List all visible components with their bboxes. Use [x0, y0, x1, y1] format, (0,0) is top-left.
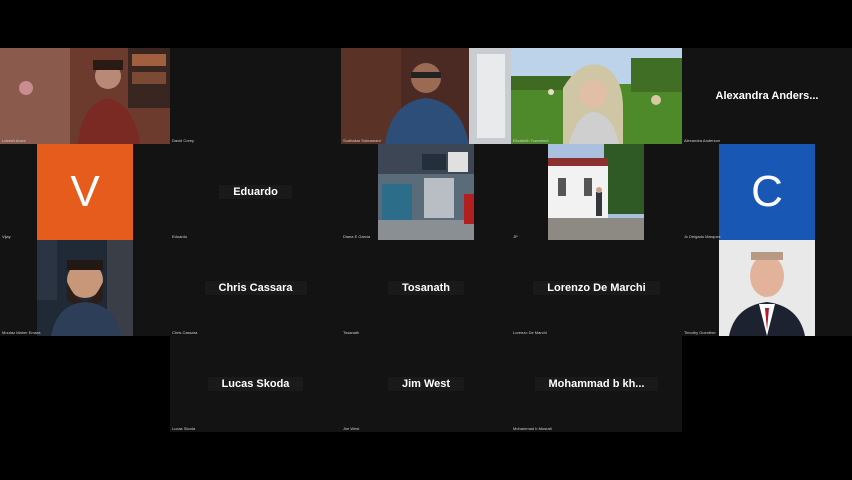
participant-name: Moutaz Maher Emara	[2, 330, 41, 335]
avatar: C	[719, 144, 815, 240]
participant-name: Lokesh Arora	[2, 138, 26, 143]
participant-name: David Corey	[172, 138, 195, 143]
participant-tile-diana[interactable]: Diana E Garcia	[341, 144, 511, 240]
participant-tile-alexandra[interactable]: Alexandra Anders... Alexandra Anderson	[682, 48, 852, 144]
participant-tile-timothy[interactable]: Timothy Guenther	[682, 240, 852, 336]
avatar-letter: C	[751, 167, 783, 216]
participant-tile-jim[interactable]: Jim West Jim West	[341, 336, 511, 432]
participant-tile-eduardo[interactable]: Eduardo Eduardo	[170, 144, 341, 240]
participant-tile-lokesh[interactable]: Lokesh Arora	[0, 48, 170, 144]
participant-name: Elizabeth Townsend	[513, 138, 549, 143]
participant-display-name: Lorenzo De Marchi	[511, 281, 682, 295]
participant-display-name: Mohammad b kh...	[511, 377, 682, 391]
video-feed	[378, 144, 474, 240]
participant-name: Timothy Guenther	[684, 330, 716, 335]
avatar: V	[37, 144, 133, 240]
participant-tile-chris[interactable]: Chris Cassara Chris Cassara	[170, 240, 341, 336]
participant-display-name: Tosanath	[341, 281, 511, 295]
participant-tile-moutaz[interactable]: Moutaz Maher Emara	[0, 240, 170, 336]
participant-name: Jim West	[343, 426, 360, 431]
participant-tile-sudhakar[interactable]: Sudhakar Subramani	[341, 48, 511, 144]
participant-name: JP	[513, 234, 518, 239]
participant-display-name: Lucas Skoda	[170, 377, 341, 391]
participant-name: Tosanath	[343, 330, 360, 335]
participant-name: Alexandra Anderson	[684, 138, 721, 143]
avatar-letter: V	[70, 167, 100, 216]
participant-name: Lorenzo De Marchi	[513, 330, 547, 335]
participant-tile-mohammad[interactable]: Mohammad b kh... Mohammad b Mosrati	[511, 336, 682, 432]
participant-tile-david[interactable]: David Corey	[170, 48, 341, 144]
participant-display-name: Jim West	[341, 377, 511, 391]
participant-tile-lucas[interactable]: Lucas Skoda Lucas Skoda	[170, 336, 341, 432]
participant-display-name: Chris Cassara	[170, 281, 341, 295]
participant-tile-delgado[interactable]: C Jc Delgado Marquez	[682, 144, 852, 240]
participant-tile-tosanath[interactable]: Tosanath Tosanath	[341, 240, 511, 336]
participant-name: Jc Delgado Marquez	[684, 234, 721, 239]
participant-name: Mohammad b Mosrati	[513, 426, 552, 431]
video-feed	[511, 48, 682, 144]
video-feed	[719, 240, 815, 336]
participant-name: Sudhakar Subramani	[343, 138, 381, 143]
participant-name: Eduardo	[172, 234, 188, 239]
participant-tile-jp[interactable]: JP	[511, 144, 682, 240]
video-feed	[0, 48, 170, 144]
video-feed	[548, 144, 644, 240]
participant-display-name: Alexandra Anders...	[715, 90, 819, 102]
participant-name: Diana E Garcia	[343, 234, 371, 239]
participant-tile-elizabeth[interactable]: Elizabeth Townsend	[511, 48, 682, 144]
video-feed	[37, 240, 133, 336]
participant-name: Lucas Skoda	[172, 426, 196, 431]
participant-name: Chris Cassara	[172, 330, 198, 335]
participant-tile-vijay[interactable]: V Vijay	[0, 144, 170, 240]
participant-tile-lorenzo[interactable]: Lorenzo De Marchi Lorenzo De Marchi	[511, 240, 682, 336]
participant-display-name: Eduardo	[170, 185, 341, 199]
participant-name: Vijay	[2, 234, 11, 239]
video-feed	[341, 48, 511, 144]
